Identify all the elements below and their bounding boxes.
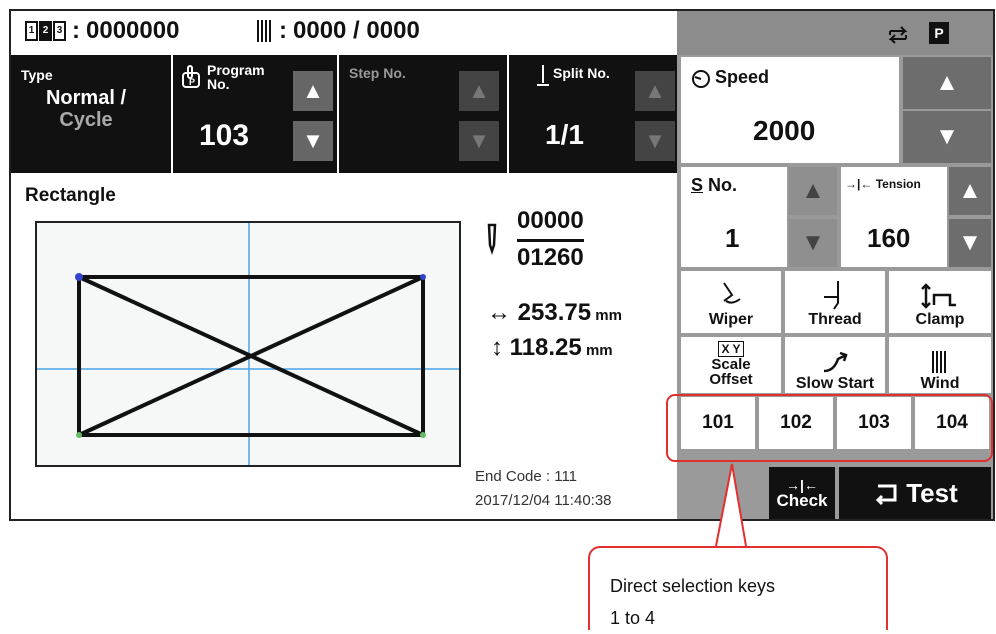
callout-line2: 1 to 4 (610, 608, 656, 628)
callout-pointer (666, 394, 993, 547)
callout-line1: Direct selection keys (610, 576, 776, 596)
callout-box: Direct selection keys 1 to 4 (588, 546, 888, 630)
